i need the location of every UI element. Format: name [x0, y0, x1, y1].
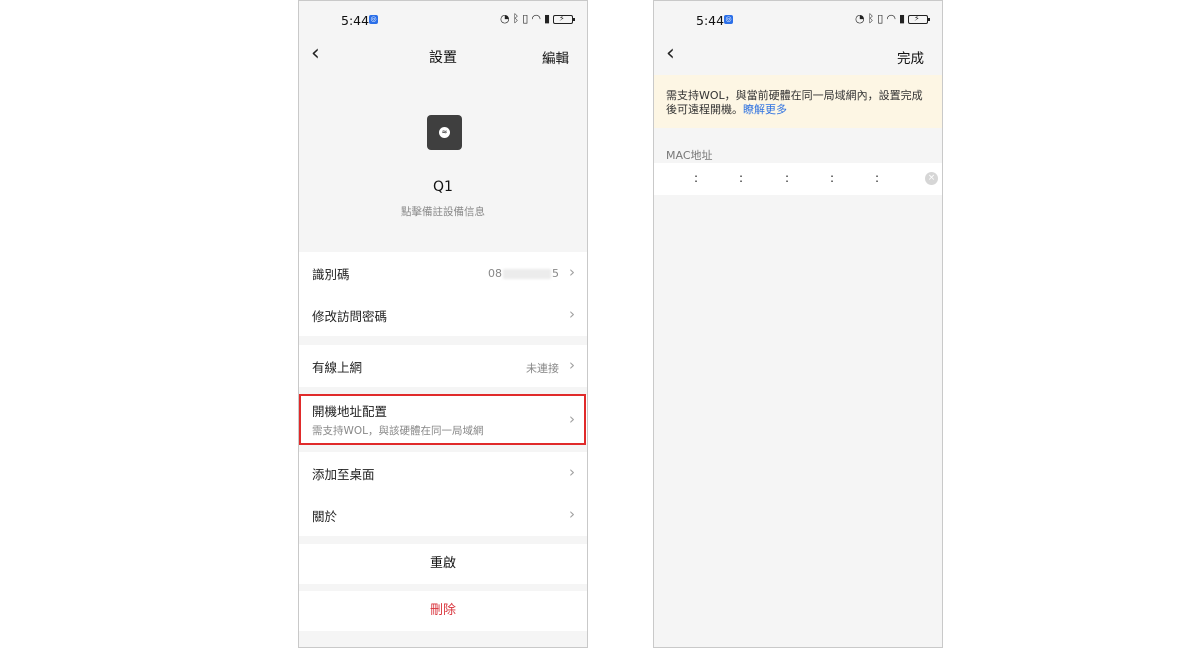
- device-name[interactable]: Q1: [299, 179, 587, 195]
- boot-address-subtitle: 需支持WOL，與該硬體在同一局域網: [312, 424, 484, 437]
- mac-separator: :: [830, 171, 835, 185]
- vibrate-icon: ▯: [522, 12, 529, 25]
- identifier-redacted: [503, 269, 551, 279]
- identifier-value: 08 5: [488, 267, 559, 280]
- wifi-icon: ◠: [886, 12, 896, 25]
- battery-saver-icon: ▮: [898, 12, 905, 25]
- bluetooth-icon: ᛒ: [512, 12, 520, 25]
- wol-notice-text: 需支持WOL，與當前硬體在同一局域網內，設置完成後可遠程開機。: [666, 89, 923, 116]
- wol-notice-banner: 需支持WOL，與當前硬體在同一局域網內，設置完成後可遠程開機。瞭解更多: [654, 75, 942, 128]
- app-notification-icon: ◎: [724, 15, 733, 24]
- device-icon: ≈: [427, 115, 462, 150]
- settings-screen: 5:44 ◎ ◔ ᛒ ▯ ◠ ▮ ⚡ ‹ 設置 編輯 ≈ Q1 點擊備註設備信息…: [298, 0, 588, 648]
- info-card: 識別碼 08 5 › 修改訪問密碼 ›: [299, 252, 587, 336]
- status-time: 5:44: [696, 13, 725, 28]
- device-logo-icon: ≈: [439, 127, 450, 138]
- change-password-row[interactable]: 修改訪問密碼 ›: [299, 294, 587, 336]
- chevron-right-icon: ›: [569, 305, 575, 323]
- delete-button[interactable]: 刪除: [299, 591, 587, 631]
- battery-icon: ⚡: [553, 13, 575, 24]
- charging-icon: ⚡: [559, 13, 565, 23]
- wired-network-row[interactable]: 有線上網 未連接 ›: [299, 345, 587, 387]
- status-icons: ◔ ᛒ ▯ ◠ ▮ ⚡: [500, 12, 575, 25]
- learn-more-link[interactable]: 瞭解更多: [743, 103, 787, 116]
- identifier-suffix: 5: [552, 267, 559, 280]
- boot-card: 開機地址配置 需支持WOL，與該硬體在同一局域網 ›: [299, 395, 587, 443]
- boot-address-label: 開機地址配置: [312, 403, 388, 419]
- identifier-prefix: 08: [488, 267, 502, 280]
- mac-separator: :: [694, 171, 699, 185]
- add-to-desktop-row[interactable]: 添加至桌面 ›: [299, 452, 587, 494]
- mac-separator: :: [785, 171, 790, 185]
- speedometer-icon: ◔: [500, 12, 510, 25]
- vibrate-icon: ▯: [877, 12, 884, 25]
- status-icons: ◔ ᛒ ▯ ◠ ▮ ⚡: [855, 12, 930, 25]
- add-to-desktop-label: 添加至桌面: [312, 466, 375, 482]
- battery-icon: ⚡: [908, 13, 930, 24]
- back-button[interactable]: ‹: [666, 43, 686, 66]
- chevron-right-icon: ›: [569, 356, 575, 374]
- status-bar: 5:44 ◎ ◔ ᛒ ▯ ◠ ▮ ⚡: [299, 1, 587, 39]
- about-label: 關於: [312, 508, 338, 524]
- device-note-hint[interactable]: 點擊備註設備信息: [299, 204, 587, 219]
- boot-address-row[interactable]: 開機地址配置 需支持WOL，與該硬體在同一局域網 ›: [299, 395, 587, 443]
- done-button[interactable]: 完成: [897, 47, 924, 67]
- chevron-right-icon: ›: [569, 463, 575, 481]
- wired-network-label: 有線上網: [312, 359, 363, 375]
- mac-separator: :: [875, 171, 880, 185]
- about-row[interactable]: 關於 ›: [299, 494, 587, 536]
- restart-button[interactable]: 重啟: [299, 544, 587, 584]
- status-time: 5:44: [341, 13, 370, 28]
- clear-icon[interactable]: ×: [925, 172, 938, 185]
- charging-icon: ⚡: [914, 13, 920, 23]
- network-card: 有線上網 未連接 ›: [299, 345, 587, 387]
- mac-separator: :: [739, 171, 744, 185]
- chevron-right-icon: ›: [569, 263, 575, 281]
- mac-address-input[interactable]: : : : : : ×: [654, 163, 942, 195]
- wifi-icon: ◠: [531, 12, 541, 25]
- wired-network-status: 未連接: [526, 362, 559, 375]
- edit-button[interactable]: 編輯: [542, 47, 569, 67]
- app-notification-icon: ◎: [369, 15, 378, 24]
- identifier-label: 識別碼: [312, 266, 350, 282]
- battery-saver-icon: ▮: [543, 12, 550, 25]
- chevron-right-icon: ›: [569, 505, 575, 523]
- speedometer-icon: ◔: [855, 12, 865, 25]
- misc-card: 添加至桌面 › 關於 ›: [299, 452, 587, 536]
- mac-address-label: MAC地址: [666, 149, 713, 162]
- chevron-right-icon: ›: [569, 410, 575, 428]
- nav-bar: ‹ 完成: [654, 39, 942, 73]
- change-password-label: 修改訪問密碼: [312, 308, 388, 324]
- boot-address-screen: 5:44 ◎ ◔ ᛒ ▯ ◠ ▮ ⚡ ‹ 完成 需支持WOL，與當前硬體在同一局…: [653, 0, 943, 648]
- identifier-row[interactable]: 識別碼 08 5 ›: [299, 252, 587, 294]
- nav-bar: ‹ 設置 編輯: [299, 39, 587, 73]
- status-bar: 5:44 ◎ ◔ ᛒ ▯ ◠ ▮ ⚡: [654, 1, 942, 39]
- bluetooth-icon: ᛒ: [867, 12, 875, 25]
